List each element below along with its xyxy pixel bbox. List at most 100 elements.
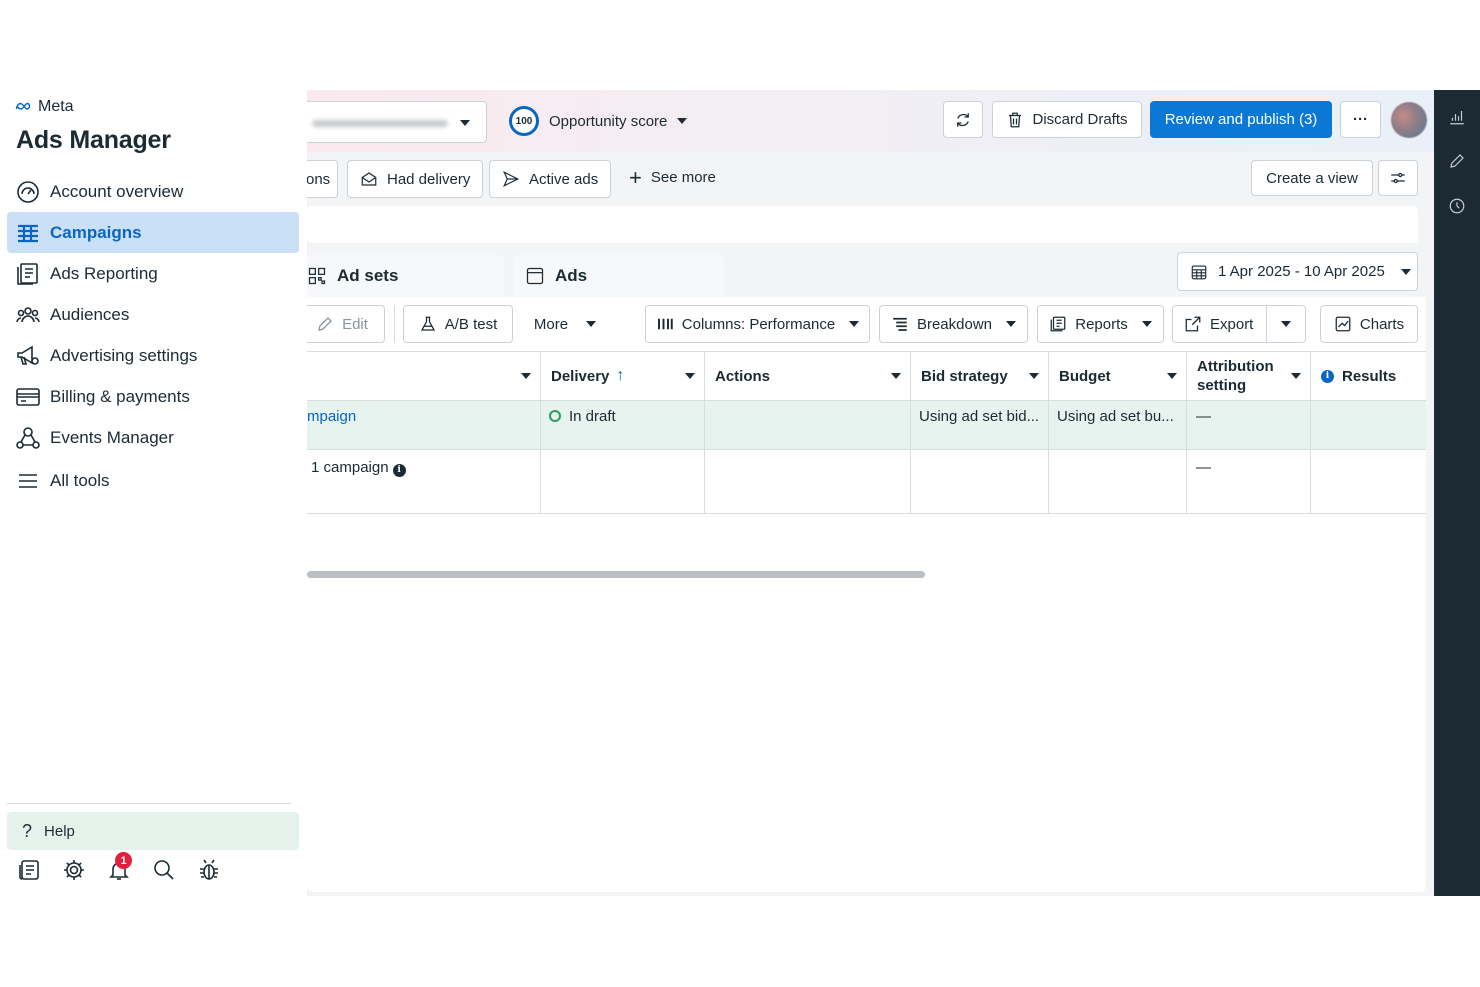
bug-icon[interactable] xyxy=(197,858,221,882)
breakdown-dropdown[interactable]: Breakdown xyxy=(879,305,1028,343)
refresh-button[interactable] xyxy=(943,101,983,138)
review-and-publish-button[interactable]: Review and publish (3) xyxy=(1150,101,1332,138)
question-icon: ? xyxy=(22,820,33,841)
create-a-view-label: Create a view xyxy=(1266,169,1358,187)
campaign-name-link[interactable]: mpaign xyxy=(307,401,541,449)
sidebar-item-advertising-settings[interactable]: Advertising settings xyxy=(7,335,299,376)
export-button[interactable]: Export xyxy=(1173,306,1267,342)
news-icon[interactable] xyxy=(17,858,41,882)
charts-button[interactable]: Charts xyxy=(1320,305,1418,343)
view-settings-button[interactable] xyxy=(1378,160,1418,196)
more-actions-button[interactable]: More xyxy=(523,305,607,343)
filter-chip-partial[interactable]: ons xyxy=(307,160,338,198)
chevron-down-icon xyxy=(1141,321,1152,327)
table-row[interactable]: mpaign In draft Using ad set bid... Usin… xyxy=(307,401,1426,450)
column-header-name[interactable] xyxy=(307,352,541,400)
filter-chip-active-ads[interactable]: Active ads xyxy=(489,160,612,198)
sidebar-item-campaigns[interactable]: Campaigns xyxy=(7,212,299,253)
export-options-button[interactable] xyxy=(1267,306,1305,342)
gear-icon[interactable] xyxy=(62,858,86,882)
filter-chip-had-delivery[interactable]: Had delivery xyxy=(347,160,484,198)
sidebar-item-audiences[interactable]: Audiences xyxy=(7,294,299,335)
sidebar-item-label: Billing & payments xyxy=(50,386,190,406)
account-selector[interactable] xyxy=(307,101,487,143)
clock-icon[interactable] xyxy=(1448,197,1466,215)
more-options-button[interactable]: ··· xyxy=(1340,101,1381,138)
create-a-view-button[interactable]: Create a view xyxy=(1251,160,1373,196)
date-range-picker[interactable]: 1 Apr 2025 - 10 Apr 2025 xyxy=(1177,252,1418,291)
discard-drafts-label: Discard Drafts xyxy=(1032,111,1128,128)
sidebar-item-ads-reporting[interactable]: Ads Reporting xyxy=(7,253,299,294)
tab-ads-label: Ads xyxy=(555,266,588,285)
pencil-icon xyxy=(318,317,332,331)
sidebar-divider xyxy=(7,803,291,804)
column-header-results[interactable]: i Results xyxy=(1311,352,1426,400)
sidebar-item-label: Audiences xyxy=(50,304,130,324)
sidebar-bottom-icons: 1 xyxy=(17,852,221,882)
report-icon xyxy=(15,261,41,287)
column-header-bid-strategy[interactable]: Bid strategy xyxy=(911,352,1049,400)
tab-ads[interactable]: Ads xyxy=(513,255,724,297)
sidebar-item-billing-payments[interactable]: Billing & payments xyxy=(7,376,299,417)
delivery-cell: In draft xyxy=(541,401,705,449)
sidebar-item-account-overview[interactable]: Account overview xyxy=(7,171,299,212)
help-label: Help xyxy=(44,822,75,840)
meta-infinity-icon xyxy=(15,102,31,110)
results-cell xyxy=(1311,401,1426,449)
avatar[interactable] xyxy=(1391,102,1427,138)
opportunity-score-dropdown[interactable]: 100 Opportunity score xyxy=(509,106,688,136)
pencil-icon[interactable] xyxy=(1448,152,1466,170)
ab-test-button[interactable]: A/B test xyxy=(403,305,513,343)
chevron-down-icon xyxy=(685,373,695,379)
envelope-icon xyxy=(361,172,377,186)
sliders-icon xyxy=(1391,172,1405,184)
sidebar-item-events-manager[interactable]: Events Manager xyxy=(7,417,299,458)
menu-icon xyxy=(15,468,41,494)
horizontal-scrollbar[interactable] xyxy=(307,571,925,578)
people-icon xyxy=(15,302,41,328)
table-row-summary: 1 campaign i — xyxy=(307,450,1426,514)
bid-strategy-cell xyxy=(911,450,1049,513)
column-header-label: Results xyxy=(1342,367,1397,385)
date-range-label: 1 Apr 2025 - 10 Apr 2025 xyxy=(1218,263,1385,280)
column-header-delivery[interactable]: Delivery ↑ xyxy=(541,352,705,400)
draft-status-icon xyxy=(549,410,561,422)
column-header-label: Bid strategy xyxy=(921,367,1008,385)
column-header-label: setting xyxy=(1197,377,1247,394)
column-header-label: Attribution xyxy=(1197,358,1274,375)
attribution-cell: — xyxy=(1187,450,1311,513)
refresh-icon xyxy=(957,112,969,127)
notifications-bell-icon[interactable]: 1 xyxy=(107,852,132,882)
column-header-budget[interactable]: Budget xyxy=(1049,352,1187,400)
tab-ad-sets[interactable]: Ad sets xyxy=(307,255,504,297)
discard-drafts-button[interactable]: Discard Drafts xyxy=(992,101,1142,138)
sidebar-item-label: Events Manager xyxy=(50,427,174,447)
meta-logo[interactable]: Meta xyxy=(15,98,74,116)
more-actions-label: More xyxy=(533,315,569,333)
bar-chart-icon[interactable] xyxy=(1448,108,1466,126)
help-button[interactable]: ? Help xyxy=(7,812,299,850)
info-icon[interactable]: i xyxy=(392,463,406,477)
reports-dropdown[interactable]: Reports xyxy=(1037,305,1164,343)
see-more-button[interactable]: + See more xyxy=(629,166,716,188)
sidebar-item-label: Ads Reporting xyxy=(50,263,158,283)
columns-dropdown[interactable]: Columns: Performance xyxy=(645,305,870,343)
column-header-label: Budget xyxy=(1059,367,1111,385)
delivery-status: In draft xyxy=(569,408,616,425)
chevron-down-icon xyxy=(891,373,901,379)
info-icon[interactable]: i xyxy=(1321,369,1334,383)
filter-bar: ons Had delivery Active ads + See more C… xyxy=(307,152,1434,207)
charts-label: Charts xyxy=(1359,315,1405,333)
chevron-down-icon xyxy=(1029,373,1039,379)
column-header-attribution-setting[interactable]: Attribution setting xyxy=(1187,352,1311,400)
main-content: 100 Opportunity score Discard Drafts Rev… xyxy=(307,90,1434,896)
search-filter-input[interactable] xyxy=(307,206,1418,243)
column-header-actions[interactable]: Actions xyxy=(705,352,911,400)
sidebar-item-all-tools[interactable]: All tools xyxy=(7,460,299,501)
app-title: Ads Manager xyxy=(16,126,171,154)
edit-button[interactable]: Edit xyxy=(307,305,385,343)
chevron-down-icon xyxy=(521,373,531,379)
window-icon xyxy=(526,267,544,285)
opportunity-score-label: Opportunity score xyxy=(549,112,668,130)
search-icon[interactable] xyxy=(152,858,176,882)
